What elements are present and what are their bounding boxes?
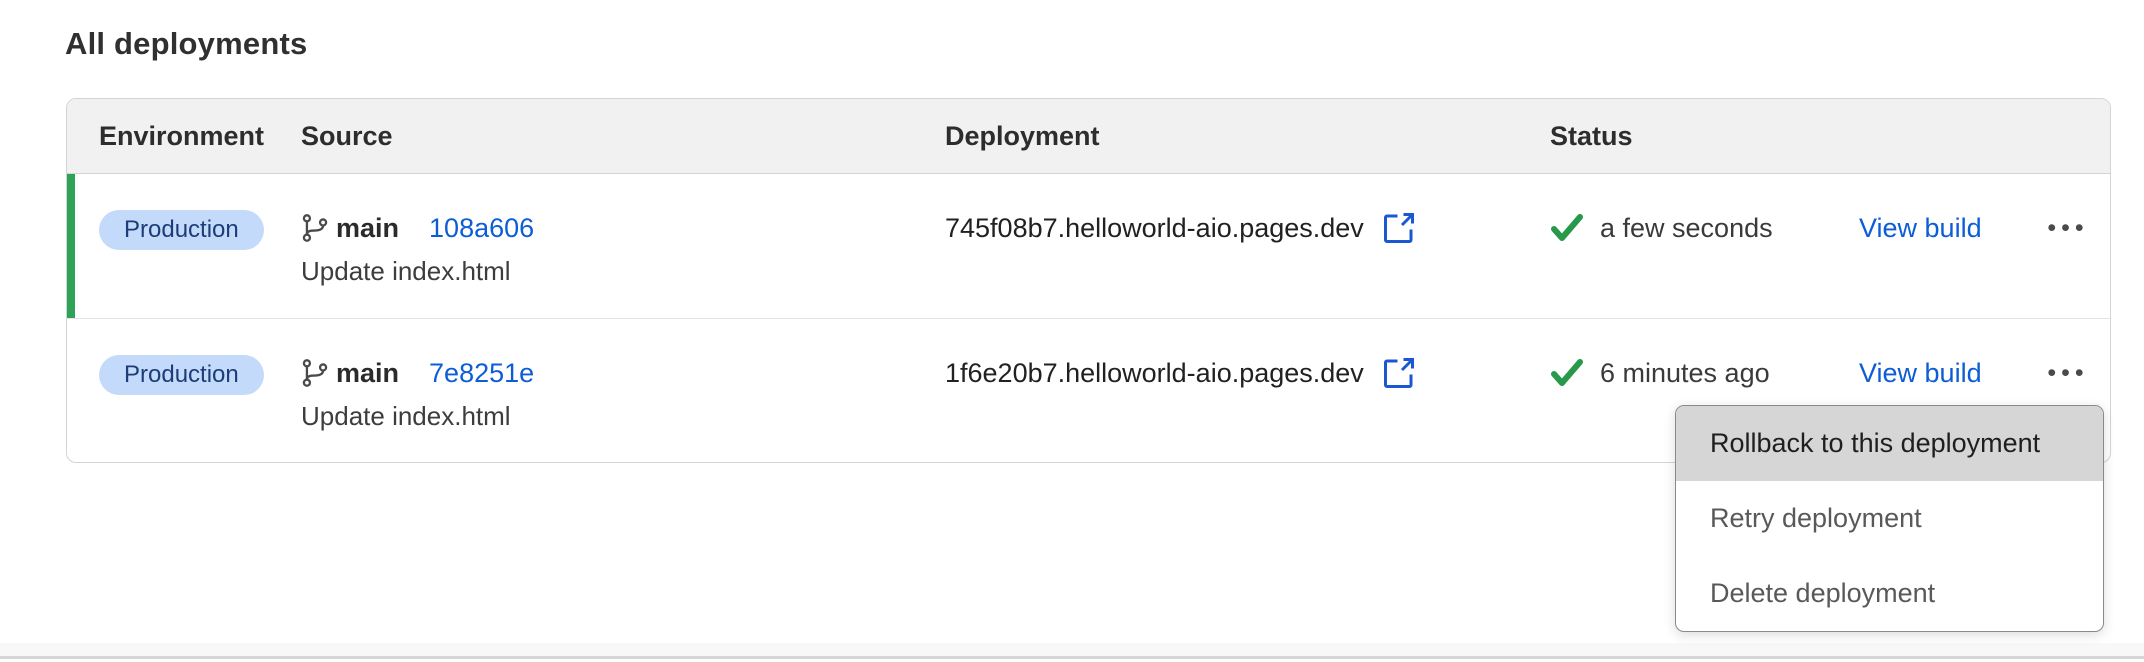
external-link-icon[interactable] <box>1381 355 1417 391</box>
deployment-url: 745f08b7.helloworld-aio.pages.dev <box>945 208 1364 248</box>
status-text: 6 minutes ago <box>1600 353 1770 393</box>
deployment-cell: 745f08b7.helloworld-aio.pages.dev <box>945 174 1550 248</box>
environment-cell: Production <box>99 174 301 250</box>
git-branch-icon <box>301 358 329 388</box>
external-link-icon[interactable] <box>1381 210 1417 246</box>
row-actions-menu-button[interactable]: ••• <box>2041 353 2094 393</box>
row-actions-menu-button[interactable]: ••• <box>2041 208 2094 248</box>
menu-item-label: Delete deployment <box>1710 578 1935 609</box>
table-header-row: Environment Source Deployment Status <box>67 99 2110 174</box>
deployment-cell: 1f6e20b7.helloworld-aio.pages.dev <box>945 319 1550 393</box>
menu-item-retry[interactable]: Retry deployment <box>1676 481 2103 556</box>
environment-badge: Production <box>99 210 264 250</box>
column-header-deployment: Deployment <box>945 121 1550 152</box>
status-cell: a few seconds <box>1550 174 1859 248</box>
check-icon <box>1550 358 1584 388</box>
menu-item-rollback[interactable]: Rollback to this deployment <box>1676 406 2103 481</box>
menu-item-label: Rollback to this deployment <box>1710 428 2040 459</box>
view-build-link[interactable]: View build <box>1859 353 1982 393</box>
source-cell: main 108a606 Update index.html <box>301 174 945 288</box>
menu-item-label: Retry deployment <box>1710 503 1922 534</box>
status-cell: 6 minutes ago <box>1550 319 1859 393</box>
commit-message: Update index.html <box>301 399 945 433</box>
page-title: All deployments <box>65 26 307 62</box>
page-footer-divider <box>0 656 2144 659</box>
branch-name: main <box>336 353 399 393</box>
commit-message: Update index.html <box>301 254 945 288</box>
source-cell: main 7e8251e Update index.html <box>301 319 945 433</box>
commit-link[interactable]: 7e8251e <box>429 353 534 393</box>
column-header-environment: Environment <box>99 121 301 152</box>
page-footer-band <box>0 643 2144 656</box>
git-branch-icon <box>301 213 329 243</box>
branch-name: main <box>336 208 399 248</box>
status-text: a few seconds <box>1600 208 1773 248</box>
column-header-source: Source <box>301 121 945 152</box>
commit-link[interactable]: 108a606 <box>429 208 534 248</box>
check-icon <box>1550 213 1584 243</box>
table-row: Production main 108a606 Update index.htm… <box>67 174 2110 318</box>
menu-item-delete[interactable]: Delete deployment <box>1676 556 2103 631</box>
environment-cell: Production <box>99 319 301 395</box>
view-build-link[interactable]: View build <box>1859 208 1982 248</box>
deployment-url: 1f6e20b7.helloworld-aio.pages.dev <box>945 353 1364 393</box>
column-header-status: Status <box>1550 121 1859 152</box>
environment-badge: Production <box>99 355 264 395</box>
row-actions-context-menu: Rollback to this deployment Retry deploy… <box>1675 405 2104 632</box>
